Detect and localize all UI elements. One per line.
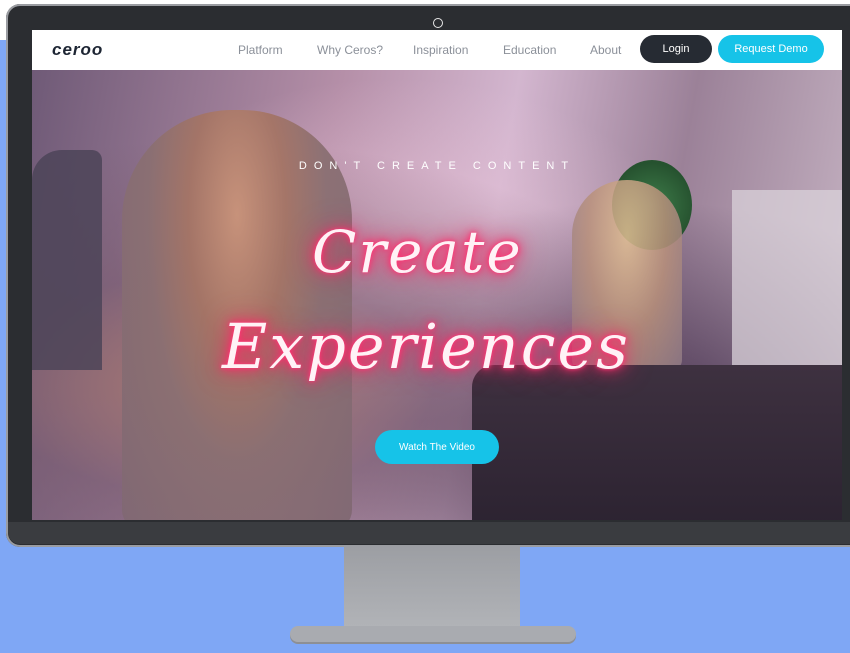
hero-section: DON'T CREATE CONTENT Create Experiences …	[32, 70, 842, 520]
nav-link-platform[interactable]: Platform	[238, 43, 283, 57]
hero-person-left	[32, 150, 102, 370]
hero-tagline: DON'T CREATE CONTENT	[298, 160, 576, 172]
nav-link-education[interactable]: Education	[503, 43, 556, 57]
hero-headline-line1: Create	[312, 218, 523, 286]
camera-icon	[433, 18, 443, 28]
nav-link-inspiration[interactable]: Inspiration	[413, 43, 468, 57]
monitor-stand-base	[290, 626, 576, 642]
monitor-chin	[8, 522, 850, 544]
login-button[interactable]: Login	[640, 35, 712, 63]
request-demo-button[interactable]: Request Demo	[718, 35, 824, 63]
nav-link-about[interactable]: About	[590, 43, 621, 57]
watch-video-button[interactable]: Watch The Video	[375, 430, 499, 464]
top-navbar: ceroo Platform Why Ceros? Inspiration Ed…	[32, 30, 842, 70]
hero-laptop	[472, 365, 842, 520]
nav-link-why-ceros[interactable]: Why Ceros?	[317, 43, 383, 57]
monitor-stand-neck	[344, 546, 520, 634]
monitor-screen: ceroo Platform Why Ceros? Inspiration Ed…	[32, 30, 842, 520]
brand-logo[interactable]: ceroo	[52, 40, 103, 60]
hero-headline-line2: Experiences	[222, 310, 630, 383]
hero-window	[732, 190, 842, 390]
